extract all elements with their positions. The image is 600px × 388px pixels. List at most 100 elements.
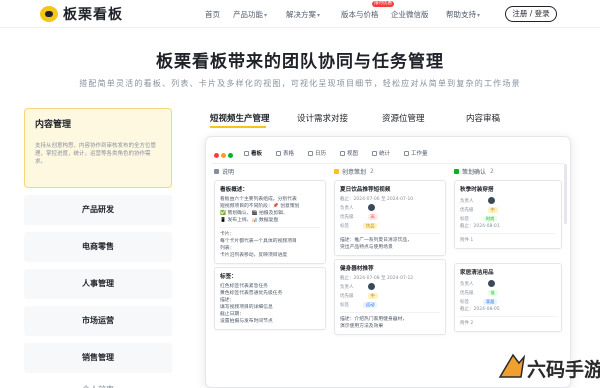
scenario-sidebar: 内容管理 支持从创意构思、内容协作到审核发布的全方位管理，掌控进度，统计，运营等… [24, 108, 172, 388]
calendar-icon [308, 151, 313, 156]
label-tag: 家居 [483, 298, 498, 305]
card-title: 健身器材推荐 [340, 266, 374, 272]
board-icon [244, 151, 249, 156]
kanban-card[interactable]: 夏日饮品推荐短视频 截止：2024-07-06 至 2024-07-10 负责人… [334, 180, 446, 256]
sidebar-item-label: 内容管理 [35, 120, 72, 130]
card-meta-row: 优先级低 [460, 288, 556, 297]
view-stats[interactable]: 统计 [372, 149, 390, 157]
chevron-down-icon: ▾ [264, 12, 268, 19]
card-meta-row: 负责人 [340, 203, 440, 212]
nav-item-home[interactable]: 首页 [205, 9, 220, 20]
workload-icon [404, 151, 409, 156]
watermark: 六码手游网 [497, 345, 600, 385]
view-kanban[interactable]: 看板 [244, 149, 262, 157]
tab-design-request[interactable]: 设计需求对接 [297, 112, 348, 124]
card-meta-row: 标签 运动 [340, 300, 440, 309]
tab-resource-slot[interactable]: 资源位管理 [382, 112, 425, 124]
card-due-date: 截止：2024-07-06 至 2024-07-10 [340, 197, 414, 202]
kanban-card[interactable]: 标签： 红色标签代表紧急任务 黄色标签代表普通优先级任务 描述： 填写视频项目的… [214, 267, 326, 330]
card-text: 列表： [220, 246, 235, 251]
page-title: 板栗看板带来的团队协同与任务管理 [156, 52, 444, 72]
card-title: 看板概述： [220, 187, 248, 193]
chevron-down-icon: ▾ [317, 12, 321, 19]
card-meta-row: 优先级中 [340, 291, 440, 300]
view-calendar[interactable]: 日历 [308, 149, 326, 157]
card-meta-row: 负责人 [460, 279, 556, 288]
card-meta-row: 优先级中 [460, 205, 556, 214]
card-text: 描述：介绍热门家用健身器材， [340, 317, 408, 322]
sidebar-item-sales[interactable]: 销售管理 [24, 343, 172, 373]
card-text: 红色标签代表紧急任务 [220, 284, 268, 289]
card-text: 描述：推广一系列夏日清凉饮品， [340, 238, 412, 243]
divider [340, 233, 440, 234]
card-title: 标签： [220, 274, 237, 280]
view-workload[interactable]: 工作量 [404, 149, 428, 157]
sidebar-item-hr[interactable]: 人事管理 [24, 269, 172, 299]
label-tag: 时尚 [483, 215, 498, 222]
divider [220, 227, 320, 228]
tab-content-review[interactable]: 内容审稿 [466, 112, 500, 124]
kanban-card[interactable]: 看板概述： 看板由六个主要列表组成，分别代表 短视频项目的不同阶段：📌 创意策划… [214, 180, 326, 264]
column-header: 说明 [214, 165, 326, 177]
card-text: 描述： [220, 298, 235, 303]
chestnut-logo-icon [40, 6, 58, 22]
sidebar-item-rd[interactable]: 产品研发 [24, 195, 172, 225]
view-table[interactable]: 表格 [276, 149, 294, 157]
watermark-text: 六码手游网 [527, 359, 600, 381]
column-color-icon [214, 168, 219, 174]
kanban-card[interactable]: 健身器材推荐 截止：2024-07-08 至 2024-07-12 负责人 优先… [334, 259, 446, 335]
column-header: 创意策划 2 [334, 165, 446, 177]
label-tag: 运动 [363, 301, 378, 308]
divider [460, 233, 556, 234]
active-tab-indicator [210, 126, 266, 128]
sidebar-item-content-management[interactable]: 内容管理 支持从创意构思、内容协作到审核发布的全方位管理，掌控进度，统计，运营等… [24, 108, 172, 188]
column-title: 创意策划 [342, 168, 367, 176]
nav-item-features[interactable]: 产品功能▾ [233, 9, 267, 20]
card-due-date: 截止：2024-07-08 至 2024-07-12 [340, 276, 414, 281]
sidebar-item-marketing[interactable]: 市场运营 [24, 306, 172, 336]
column-count: 2 [370, 167, 374, 175]
card-text: 卡片沿列表移动，反映项目进度 [220, 253, 288, 258]
watermark-arrow-icon [498, 353, 526, 378]
column-header: 策划确认 2 [454, 165, 562, 177]
divider [460, 316, 556, 317]
card-text: ✅ 策划确认、🎬 拍摄及剪辑、 [220, 211, 288, 216]
column-title: 说明 [222, 168, 235, 176]
nav-item-help[interactable]: 帮助支持▾ [446, 9, 480, 20]
card-text: 看板由六个主要列表组成，分别代表 [220, 197, 297, 202]
card-title: 秋季时装穿搭 [460, 187, 494, 193]
nav-item-pricing[interactable]: 版本与价格 [341, 9, 379, 20]
brand-logo[interactable]: 板栗看板 [40, 5, 123, 23]
window-scrollbar[interactable] [564, 164, 567, 224]
avatar [367, 204, 375, 211]
view-icon [340, 151, 345, 156]
card-due-date: 截止：2024-08-01 [460, 224, 500, 229]
kanban-card[interactable]: 家居清洁用品 负责人 优先级低 标签 家居 截止：2024-08-05 附件 2 [454, 263, 562, 332]
avatar [367, 283, 375, 290]
card-text: 演示使用方法及效果 [340, 324, 384, 329]
login-button[interactable]: 注册 / 登录 [505, 6, 557, 22]
card-attachment: 附件 1 [460, 238, 474, 243]
view-views[interactable]: 视图 [340, 149, 358, 157]
column-color-icon [454, 168, 459, 174]
card-attachment: 附件 2 [460, 321, 474, 326]
card-meta-row: 标签 时尚 [460, 214, 556, 223]
sidebar-item-ecommerce[interactable]: 电商零售 [24, 232, 172, 262]
kanban-column-ideation: 创意策划 2 夏日饮品推荐短视频 截止：2024-07-06 至 2024-07… [334, 165, 446, 387]
hot-badge: 限时优惠 [372, 1, 394, 7]
stats-icon [372, 151, 377, 156]
card-meta-row: 负责人 [340, 282, 440, 291]
card-text: 卡片： [220, 232, 235, 237]
kanban-card[interactable]: 秋季时装穿搭 负责人 优先级中 标签 时尚 截止：2024-08-01 附件 1 [454, 180, 562, 249]
column-title: 策划确认 [462, 168, 487, 176]
label-tag: 饮品 [363, 222, 378, 229]
avatar [487, 197, 495, 204]
card-text: 黄色标签代表普通优先级任务 [220, 291, 283, 296]
nav-item-wecom[interactable]: 企业微信版 [391, 9, 429, 20]
card-due-date: 截止：2024-08-05 [460, 307, 500, 312]
tab-short-video[interactable]: 短视频生产管理 [210, 112, 270, 124]
view-toolbar: 看板 表格 日历 视图 统计 工作量 [206, 149, 570, 163]
sidebar-item-personal[interactable]: 个人效率 [24, 380, 172, 388]
divider [340, 312, 440, 313]
nav-item-solutions[interactable]: 解决方案▾ [286, 9, 320, 20]
